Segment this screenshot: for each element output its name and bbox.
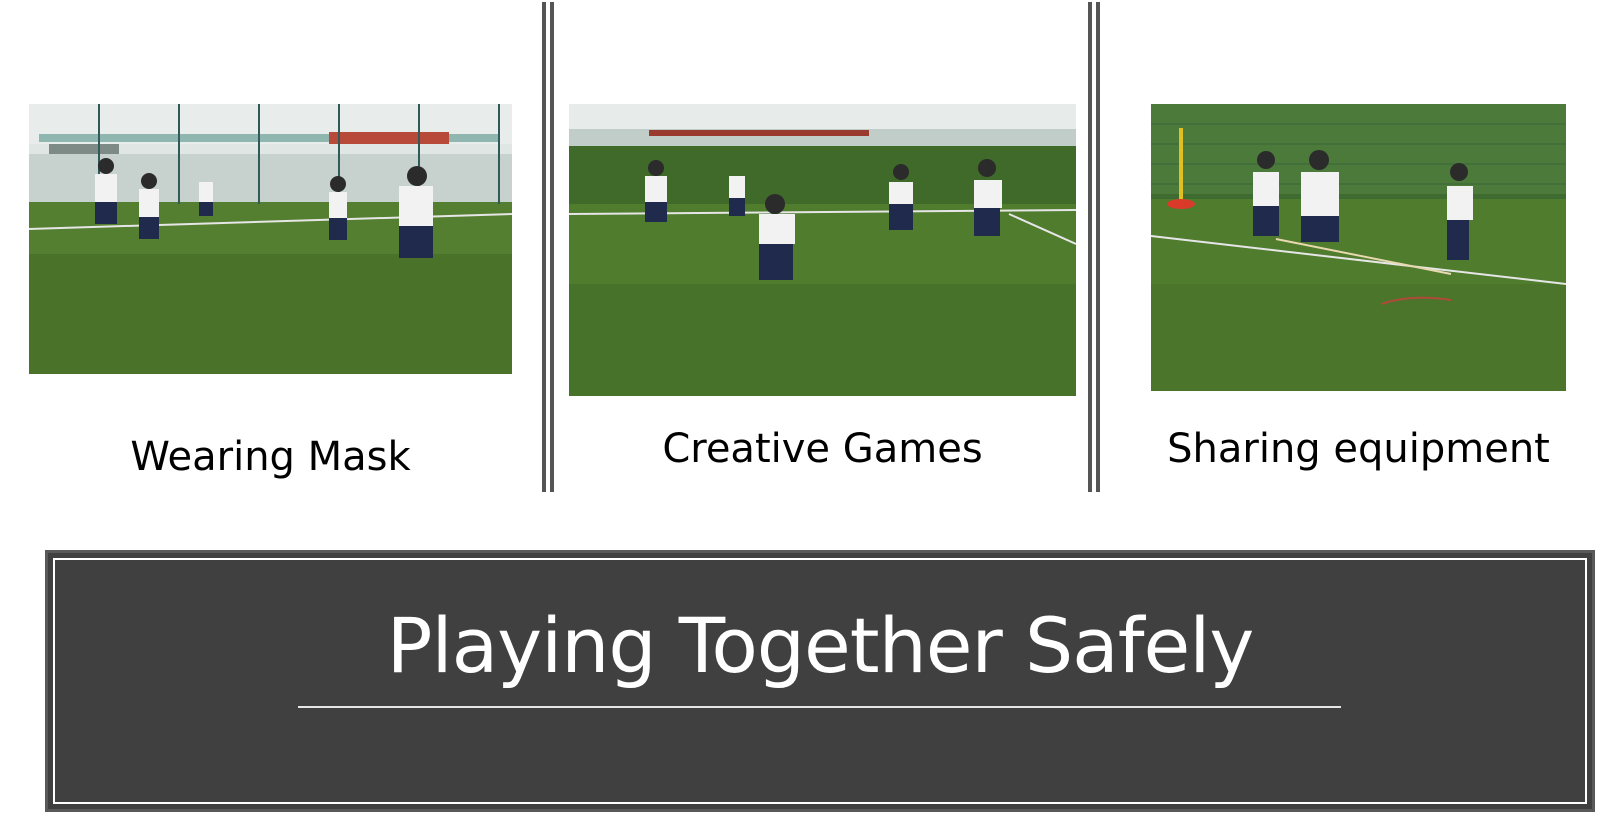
creative-games-caption: Creative Games — [662, 426, 983, 472]
slide-title: Playing Together Safely — [386, 601, 1255, 690]
sharing-equipment-photo — [1151, 104, 1566, 391]
title-panel: Playing Together Safely — [45, 550, 1595, 812]
title-underline — [298, 706, 1341, 708]
creative-games-photo — [569, 104, 1076, 396]
slide: Wearing Mask Creative Games Sharing equi… — [0, 0, 1624, 821]
sharing-equipment-caption: Sharing equipment — [1167, 426, 1550, 472]
column-divider — [1088, 2, 1100, 492]
wearing-mask-photo — [29, 104, 512, 374]
column-divider — [542, 2, 554, 492]
wearing-mask-caption: Wearing Mask — [130, 434, 411, 480]
